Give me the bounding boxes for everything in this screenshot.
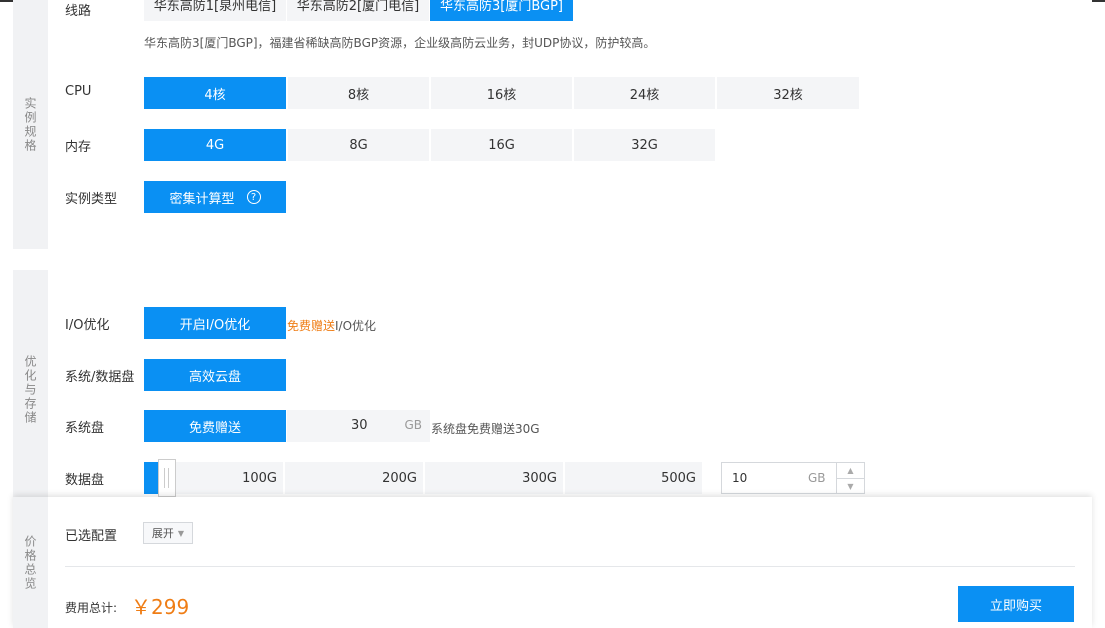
- slider-tick-500g: 500G: [661, 470, 696, 486]
- io-note: 免费赠送I/O优化: [287, 317, 376, 334]
- system-disk-note: 系统盘免费赠送30G: [431, 422, 540, 436]
- io-option[interactable]: 开启I/O优化: [144, 307, 286, 339]
- instance-type-text: 密集计算型: [169, 191, 235, 207]
- storage-side-label: 优化与存储: [23, 355, 37, 425]
- io-note-highlight: 免费赠送: [287, 319, 336, 333]
- data-disk-slider[interactable]: 100G 200G 300G 500G: [144, 459, 702, 497]
- data-disk-label: 数据盘: [65, 473, 105, 488]
- io-label: I/O优化: [65, 318, 110, 333]
- disk-type-option[interactable]: 高效云盘: [144, 359, 286, 391]
- price-panel: 价格总览 已选配置 展开 ▼ 费用总计: ￥299 立即购买: [13, 497, 1092, 628]
- memory-option-8g[interactable]: 8G: [288, 129, 429, 161]
- caret-down-icon: ▼: [177, 528, 185, 538]
- line-label: 线路: [65, 4, 92, 19]
- memory-label: 内存: [65, 140, 92, 155]
- question-circle-icon[interactable]: ?: [246, 190, 261, 204]
- instance-type-label: 实例类型: [65, 192, 118, 207]
- system-disk-size-unit: GB: [404, 418, 422, 432]
- data-disk-size-value: 10: [732, 471, 748, 485]
- memory-option-4g[interactable]: 4G: [144, 129, 286, 161]
- memory-option-32g[interactable]: 32G: [574, 129, 715, 161]
- expand-button[interactable]: 展开 ▼: [143, 522, 193, 544]
- slider-tick-200g: 200G: [382, 470, 417, 486]
- cpu-option-4[interactable]: 4核: [144, 77, 286, 109]
- storage-side-bar: 优化与存储: [13, 270, 48, 510]
- cpu-option-8[interactable]: 8核: [288, 77, 429, 109]
- memory-option-16g[interactable]: 16G: [431, 129, 572, 161]
- io-note-rest: I/O优化: [335, 319, 377, 333]
- system-disk-size-field: 30 GB: [287, 410, 430, 442]
- system-disk-label: 系统盘: [65, 421, 105, 436]
- expand-button-label: 展开: [151, 527, 174, 540]
- total-label: 费用总计:: [65, 601, 118, 615]
- selected-config-label: 已选配置: [65, 529, 118, 544]
- slider-tick-300g: 300G: [522, 470, 557, 486]
- system-disk-size-value: 30: [351, 418, 368, 433]
- line-option-1[interactable]: 华东高防1[泉州电信]: [144, 0, 286, 21]
- cpu-option-32[interactable]: 32核: [717, 77, 859, 109]
- divider: [65, 566, 1075, 567]
- cpu-option-24[interactable]: 24核: [574, 77, 715, 109]
- line-option-3[interactable]: 华东高防3[厦门BGP]: [430, 0, 573, 21]
- cpu-option-16[interactable]: 16核: [431, 77, 572, 109]
- line-description: 华东高防3[厦门BGP]，福建省稀缺高防BGP资源，企业级高防云业务，封UDP协…: [144, 36, 656, 50]
- instance-type-option[interactable]: 密集计算型 ?: [144, 181, 286, 213]
- stepper-up-icon[interactable]: ▲: [837, 463, 864, 478]
- storage-panel: 优化与存储 I/O优化 开启I/O优化 免费赠送I/O优化 系统/数据盘 高效云…: [13, 270, 1092, 510]
- stepper-down-icon[interactable]: ▼: [837, 478, 864, 493]
- spec-side-bar: 实例规格: [13, 0, 48, 249]
- price-side-bar: 价格总览: [13, 497, 48, 628]
- line-option-2[interactable]: 华东高防2[厦门电信]: [287, 0, 429, 21]
- data-disk-size-unit: GB: [808, 471, 826, 485]
- cpu-label: CPU: [65, 84, 92, 99]
- system-disk-option[interactable]: 免费赠送: [144, 410, 286, 442]
- total-price: ￥299: [131, 595, 190, 619]
- buy-now-button[interactable]: 立即购买: [958, 586, 1074, 622]
- spec-side-label: 实例规格: [23, 96, 37, 153]
- instance-spec-panel: 实例规格 线路 华东高防1[泉州电信] 华东高防2[厦门电信] 华东高防3[厦门…: [13, 0, 1092, 249]
- data-disk-stepper: ▲ ▼: [836, 463, 864, 493]
- disk-type-label: 系统/数据盘: [65, 370, 135, 385]
- data-disk-size-input[interactable]: 10 GB ▲ ▼: [721, 462, 865, 494]
- data-disk-slider-handle[interactable]: [158, 459, 176, 497]
- price-side-label: 价格总览: [23, 534, 37, 591]
